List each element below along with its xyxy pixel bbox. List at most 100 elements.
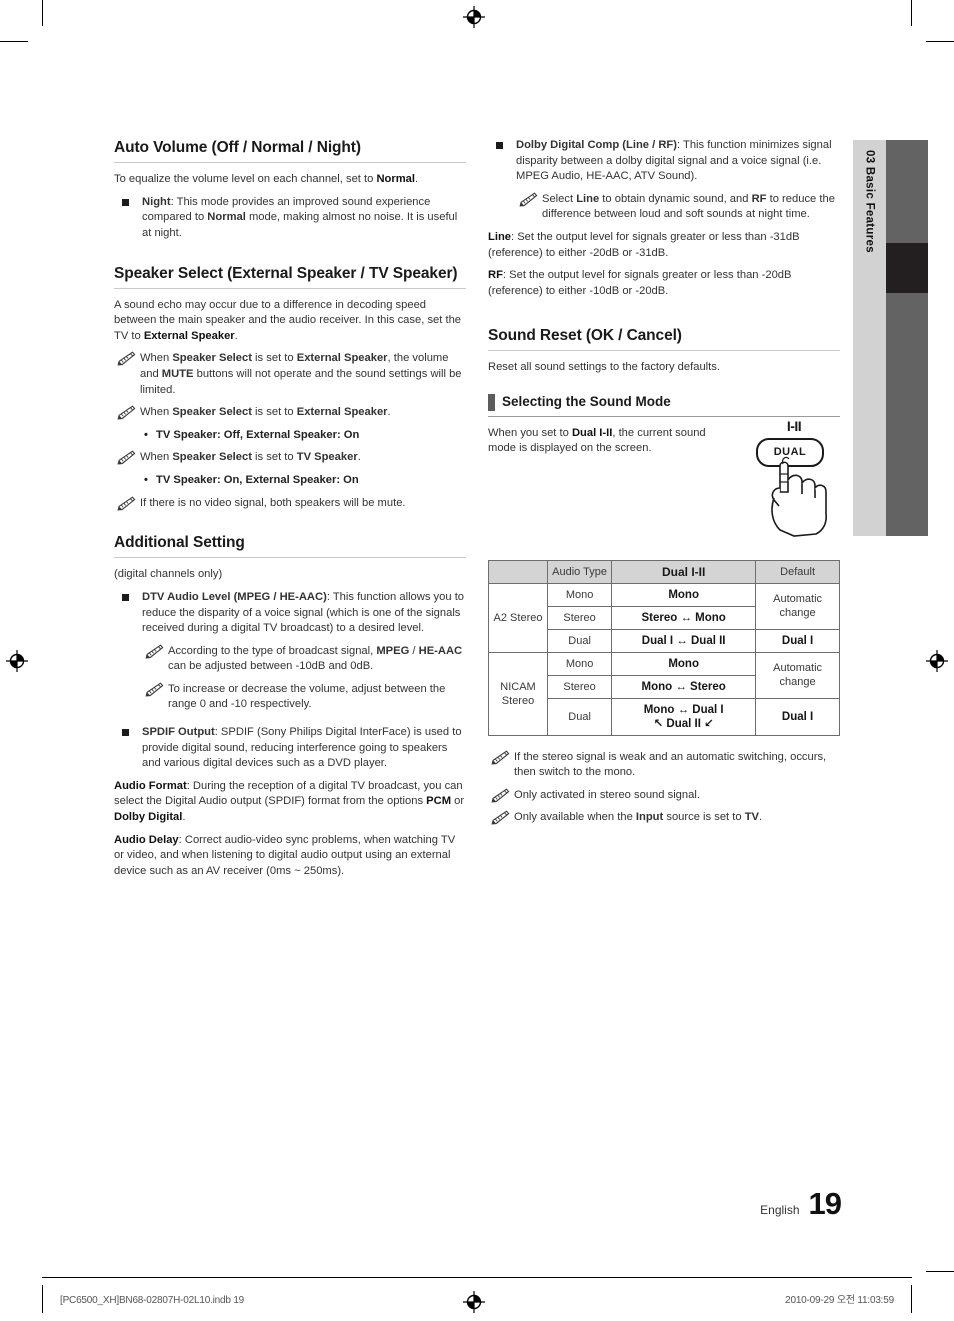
dot-item-speaker-1-label: TV Speaker: Off, External Speaker: On <box>156 428 360 441</box>
dtv-note1-b: MPEG <box>376 644 410 657</box>
bullet-spdif-output: SPDIF Output: SPDIF (Sony Philips Digita… <box>114 725 466 772</box>
dolby-line-paragraph: Line: Set the output level for signals g… <box>488 230 840 261</box>
bullet-dolby-digital-comp: Dolby Digital Comp (Line / RF): This fun… <box>488 138 840 185</box>
cell-type: Mono <box>547 651 613 676</box>
crop-mark-top-right-v <box>911 0 912 26</box>
crop-mark-bottom-right-h <box>926 1271 954 1272</box>
registration-mark-right <box>926 650 948 672</box>
note4-text: If there is no video signal, both speake… <box>140 496 406 509</box>
dolby-line-term: Line <box>488 230 511 243</box>
sound-mode-table: Audio Type Dual I-II Default A2 Stereo M… <box>487 559 840 736</box>
note2-e: . <box>387 406 391 419</box>
note1-f: MUTE <box>161 368 194 381</box>
sound-mode-intro: When you set to Dual I-II, the current s… <box>488 426 728 457</box>
cell-dual: Dual I ↔ Dual II <box>611 628 757 653</box>
dolby-note-d: RF <box>751 192 767 205</box>
dtv-note1-e: can be adjusted between -10dB and 0dB. <box>168 660 374 673</box>
pencil-note-icon <box>116 351 136 366</box>
spdif-term: SPDIF Output <box>142 726 215 739</box>
note3-b: Speaker Select <box>172 451 252 464</box>
divider-speaker-select <box>114 287 466 289</box>
heading-additional-setting: Additional Setting <box>114 534 245 552</box>
divider-additional-setting <box>114 557 466 559</box>
crop-mark-bottom-right-v <box>911 1285 912 1313</box>
note-dtv-1: According to the type of broadcast signa… <box>142 644 466 675</box>
pencil-note-icon <box>518 192 538 207</box>
audio-delay-paragraph: Audio Delay: Correct audio-video sync pr… <box>114 833 466 880</box>
cell-dual-line2: ↖ Dual II ↙ <box>653 717 714 730</box>
cell-type: Stereo <box>547 674 613 699</box>
chapter-tab-gray-bar <box>886 140 928 536</box>
crop-mark-top-left-v <box>42 0 43 26</box>
note1-b: Speaker Select <box>172 352 252 365</box>
dot-item-speaker-2-label: TV Speaker: On, External Speaker: On <box>156 474 359 486</box>
note2-b: Speaker Select <box>172 406 252 419</box>
cell-dual: Mono <box>611 582 757 607</box>
pencil-note-icon <box>490 810 510 825</box>
auto-volume-intro-bold: Normal <box>376 173 415 186</box>
heading-speaker-select: Speaker Select (External Speaker / TV Sp… <box>114 264 458 282</box>
cell-type: Mono <box>547 582 613 607</box>
cell-dual: Stereo ↔ Mono <box>611 605 757 630</box>
divider-auto-volume <box>114 162 466 164</box>
speaker-select-intro: A sound echo may occur due to a differen… <box>114 298 466 345</box>
crop-mark-bottom-left-v <box>42 1285 43 1313</box>
bullet-dtv-audio-level: DTV Audio Level (MPEG / HE-AAC): This fu… <box>114 590 466 637</box>
bullet-night-term: Night <box>142 195 171 208</box>
dolby-term: Dolby Digital Comp (Line / RF) <box>516 139 677 151</box>
note-sound-mode-1-text: If the stereo signal is weak and an auto… <box>514 750 827 779</box>
table-header-row: Audio Type Dual I-II Default <box>487 559 840 584</box>
heading-sound-reset: Sound Reset (OK / Cancel) <box>488 327 682 345</box>
subsection-bar-icon <box>488 394 495 412</box>
dot-item-speaker-1: • TV Speaker: Off, External Speaker: On <box>114 428 466 444</box>
dtv-note1-a: According to the type of broadcast signa… <box>168 644 377 657</box>
cell-dual: Mono <box>611 651 757 676</box>
divider-sound-mode <box>488 415 840 417</box>
auto-volume-intro: To equalize the volume level on each cha… <box>114 172 466 188</box>
dolby-rf-text: : Set the output level for signals great… <box>488 269 792 297</box>
page-language-label: English <box>760 1203 800 1217</box>
pencil-note-icon <box>144 644 164 659</box>
table-header-blank <box>487 559 549 584</box>
cell-default: Automatic change <box>755 582 840 630</box>
auto-volume-intro-c: . <box>415 173 419 186</box>
audio-format-b: PCM <box>426 795 452 808</box>
audio-format-d: Dolby Digital <box>114 811 183 824</box>
dot-item-speaker-2: • TV Speaker: On, External Speaker: On <box>114 473 466 489</box>
note-sound-mode-2-text: Only activated in stereo sound signal. <box>514 788 700 801</box>
note1-d: External Speaker <box>296 352 388 365</box>
note-sound-mode-2: Only activated in stereo sound signal. <box>488 788 840 804</box>
table-header-audio-type: Audio Type <box>547 559 613 584</box>
heading-selecting-sound-mode: Selecting the Sound Mode <box>502 394 671 410</box>
additional-setting-subtitle: (digital channels only) <box>114 568 223 581</box>
footer-timestamp: 2010-09-29 오전 11:03:59 <box>785 1295 894 1306</box>
note3-e: . <box>357 451 361 464</box>
pencil-note-icon <box>116 405 136 420</box>
square-bullet-icon <box>496 142 503 149</box>
cell-type: Dual <box>547 628 613 653</box>
note-speaker-select-2: When Speaker Select is set to External S… <box>114 405 466 421</box>
cell-dual-multiline: Mono ↔ Dual I ↖ Dual II ↙ <box>611 697 757 736</box>
note1-c: is set to <box>251 352 297 365</box>
note-sm3-a: Only available when the <box>514 811 636 824</box>
dolby-rf-term: RF <box>488 269 503 282</box>
divider-sound-reset <box>488 350 840 352</box>
note-sm3-b: Input <box>635 811 664 824</box>
cell-type: Stereo <box>547 605 613 630</box>
sound-mode-intro-a: When you set to <box>488 426 572 439</box>
audio-delay-term: Audio Delay <box>114 833 179 846</box>
note-dolby: Select Line to obtain dynamic sound, and… <box>516 192 840 223</box>
note3-d: TV Speaker <box>296 451 358 464</box>
left-column: Auto Volume (Off / Normal / Night) To eq… <box>114 138 466 886</box>
bullet-night: Night: This mode provides an improved so… <box>114 195 466 242</box>
table-header-default: Default <box>755 559 840 584</box>
note-sound-mode-1: If the stereo signal is weak and an auto… <box>488 750 840 781</box>
cell-default: Dual I <box>755 628 840 653</box>
registration-mark-top <box>463 6 485 28</box>
footer-file-name: [PC6500_XH]BN68-02807H-02L10.indb 19 <box>60 1295 245 1306</box>
bullet-night-term2: Normal <box>207 211 246 224</box>
note2-d: External Speaker <box>296 406 388 419</box>
heading-auto-volume: Auto Volume (Off / Normal / Night) <box>114 139 361 156</box>
square-bullet-icon <box>122 593 129 601</box>
audio-format-c: or <box>451 795 465 808</box>
